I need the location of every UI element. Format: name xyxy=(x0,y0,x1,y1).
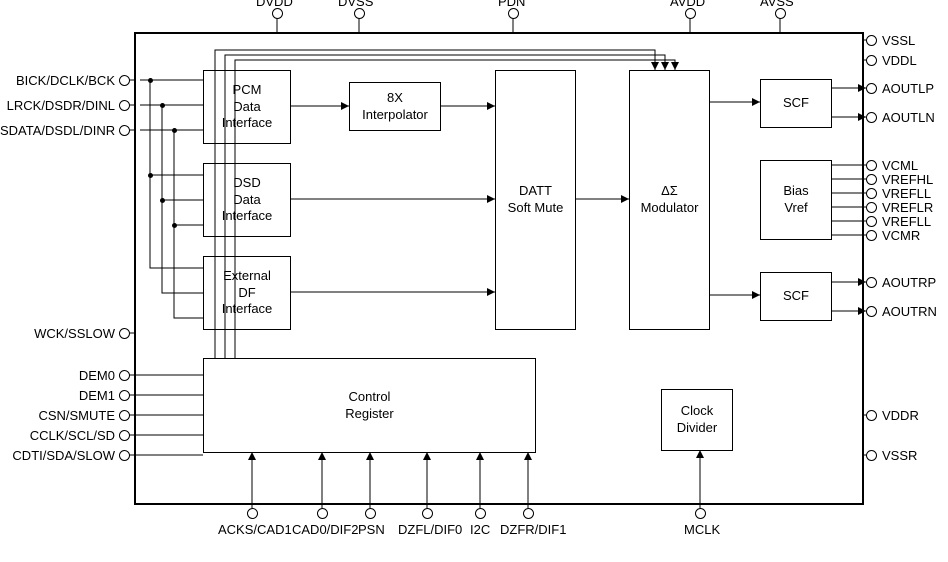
pin-lrck xyxy=(119,100,130,111)
label-wck: WCK/SSLOW xyxy=(0,326,115,341)
junction-dot xyxy=(172,223,177,228)
label-vcmr: VCMR xyxy=(882,228,920,243)
pin-csn xyxy=(119,410,130,421)
pin-vrefll1 xyxy=(866,188,877,199)
pin-cclk xyxy=(119,430,130,441)
label-dvdd: DVDD xyxy=(256,0,293,9)
junction-dot xyxy=(160,103,165,108)
label-i2c: I2C xyxy=(470,522,490,537)
junction-dot xyxy=(160,198,165,203)
pin-cdti xyxy=(119,450,130,461)
pin-vcmr xyxy=(866,230,877,241)
label-vrefll2: VREFLL xyxy=(882,214,931,229)
label-aoutrp: AOUTRP xyxy=(882,275,936,290)
label-pdn: PDN xyxy=(498,0,525,9)
pin-vddr xyxy=(866,410,877,421)
label-vreflr: VREFLR xyxy=(882,200,933,215)
label-vrefll1: VREFLL xyxy=(882,186,931,201)
label-acks: ACKS/CAD1 xyxy=(218,522,292,537)
pin-dem0 xyxy=(119,370,130,381)
label-dvss: DVSS xyxy=(338,0,373,9)
pin-dzfr xyxy=(523,508,534,519)
pin-pdn xyxy=(508,8,519,19)
pin-psn xyxy=(365,508,376,519)
pin-dem1 xyxy=(119,390,130,401)
label-psn: PSN xyxy=(358,522,385,537)
pin-dvss xyxy=(354,8,365,19)
junction-dot xyxy=(148,173,153,178)
pin-acks xyxy=(247,508,258,519)
label-mclk: MCLK xyxy=(684,522,720,537)
pin-i2c xyxy=(475,508,486,519)
label-cad0: CAD0/DIF2 xyxy=(292,522,358,537)
pin-dzfl xyxy=(422,508,433,519)
label-lrck: LRCK/DSDR/DINL xyxy=(0,98,115,113)
pin-cad0 xyxy=(317,508,328,519)
label-vcml: VCML xyxy=(882,158,918,173)
label-vddr: VDDR xyxy=(882,408,919,423)
pin-aoutrn xyxy=(866,306,877,317)
pin-vddl xyxy=(866,55,877,66)
label-aoutlp: AOUTLP xyxy=(882,81,934,96)
pin-vcml xyxy=(866,160,877,171)
wiring xyxy=(0,0,948,562)
pin-aoutrp xyxy=(866,277,877,288)
pin-vreflr xyxy=(866,202,877,213)
pin-vrefll2 xyxy=(866,216,877,227)
junction-dot xyxy=(172,128,177,133)
pin-vrefhl xyxy=(866,174,877,185)
label-vssl: VSSL xyxy=(882,33,915,48)
pin-vssl xyxy=(866,35,877,46)
pin-wck xyxy=(119,328,130,339)
label-vddl: VDDL xyxy=(882,53,917,68)
pin-avdd xyxy=(685,8,696,19)
label-vrefhl: VREFHL xyxy=(882,172,933,187)
label-aoutrn: AOUTRN xyxy=(882,304,937,319)
pin-aoutlp xyxy=(866,83,877,94)
label-csn: CSN/SMUTE xyxy=(0,408,115,423)
label-bick: BICK/DCLK/BCK xyxy=(0,73,115,88)
label-cdti: CDTI/SDA/SLOW xyxy=(0,448,115,463)
junction-dot xyxy=(148,78,153,83)
label-sdata: SDATA/DSDL/DINR xyxy=(0,123,115,138)
label-aoutln: AOUTLN xyxy=(882,110,935,125)
pin-vssr xyxy=(866,450,877,461)
pin-avss xyxy=(775,8,786,19)
label-dzfr: DZFR/DIF1 xyxy=(500,522,566,537)
label-vssr: VSSR xyxy=(882,448,917,463)
pin-dvdd xyxy=(272,8,283,19)
label-avdd: AVDD xyxy=(670,0,705,9)
label-avss: AVSS xyxy=(760,0,794,9)
label-dem0: DEM0 xyxy=(0,368,115,383)
pin-sdata xyxy=(119,125,130,136)
label-cclk: CCLK/SCL/SD xyxy=(0,428,115,443)
label-dem1: DEM1 xyxy=(0,388,115,403)
pin-bick xyxy=(119,75,130,86)
pin-aoutln xyxy=(866,112,877,123)
label-dzfl: DZFL/DIF0 xyxy=(398,522,462,537)
pin-mclk xyxy=(695,508,706,519)
